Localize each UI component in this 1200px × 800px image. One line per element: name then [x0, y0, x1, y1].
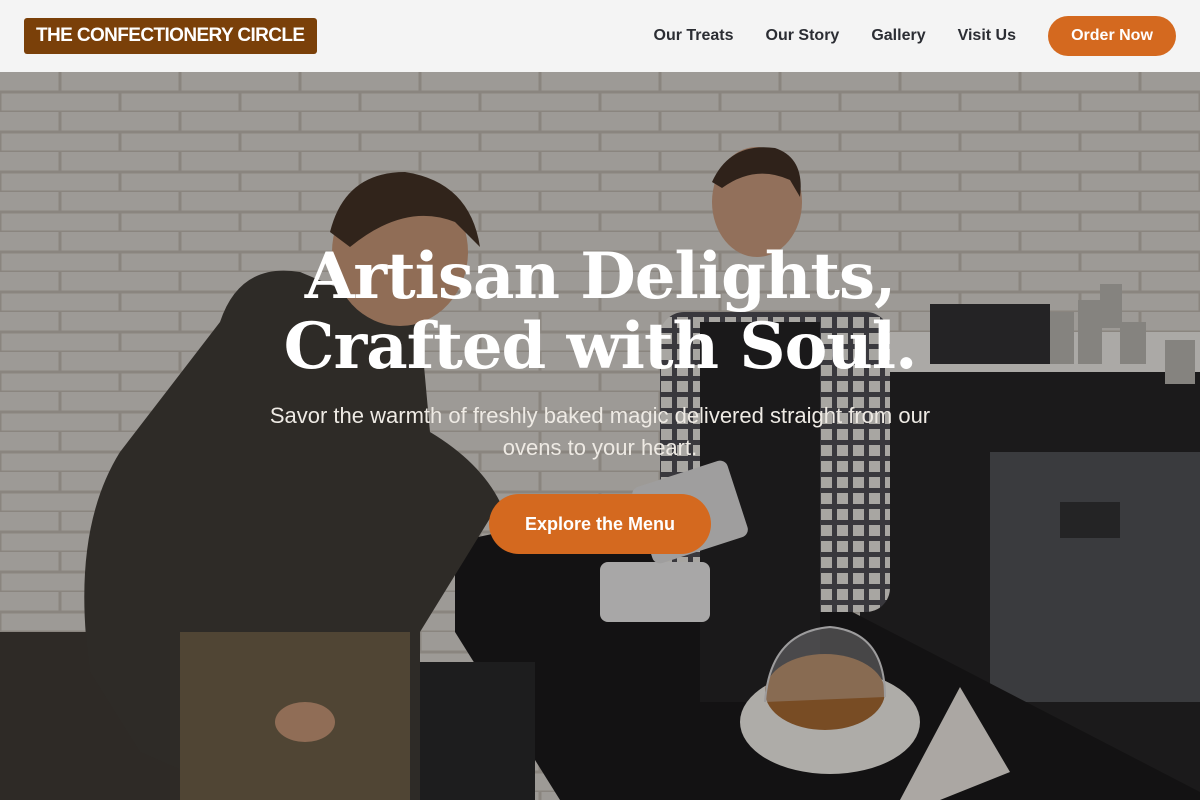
hero-title: Artisan Delights, Crafted with Soul. [0, 242, 1200, 382]
nav-link-our-story[interactable]: Our Story [766, 27, 840, 45]
hero-subtitle: Savor the warmth of freshly baked magic … [269, 403, 931, 460]
hero-section: Artisan Delights, Crafted with Soul. Sav… [0, 72, 1200, 800]
nav-link-visit-us[interactable]: Visit Us [958, 27, 1016, 45]
hero-title-line-1: Artisan Delights, [304, 239, 897, 314]
hero-content: Artisan Delights, Crafted with Soul. Sav… [0, 242, 1200, 554]
order-now-button[interactable]: Order Now [1048, 16, 1176, 56]
brand-logo[interactable]: THE CONFECTIONERY CIRCLE [24, 18, 317, 54]
nav-links: Our Treats Our Story Gallery Visit Us Or… [622, 16, 1176, 56]
nav-link-gallery[interactable]: Gallery [871, 27, 925, 45]
explore-menu-button[interactable]: Explore the Menu [489, 494, 711, 554]
hero-title-line-2: Crafted with Soul. [283, 309, 918, 384]
nav-link-our-treats[interactable]: Our Treats [654, 27, 734, 45]
top-navigation: THE CONFECTIONERY CIRCLE Our Treats Our … [0, 0, 1200, 72]
